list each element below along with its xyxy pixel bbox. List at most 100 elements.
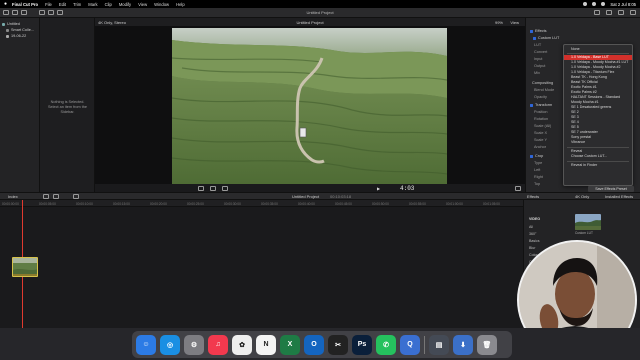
transform-tool-icon[interactable] — [210, 185, 216, 191]
ruler-tick: 00:01:00:00 — [446, 202, 463, 206]
system-preferences-icon[interactable]: ⚙ — [184, 334, 204, 355]
transform-checkbox[interactable] — [530, 103, 533, 107]
downloads-icon[interactable]: ⬇ — [453, 334, 473, 355]
type-label: Type — [534, 161, 543, 165]
folder-icon — [6, 28, 9, 32]
lut-option[interactable]: Vibrance — [564, 140, 632, 145]
effects-checkbox[interactable] — [530, 29, 533, 33]
menu-view[interactable]: View — [138, 2, 147, 7]
whatsapp-icon[interactable]: ✆ — [376, 334, 396, 355]
custom-lut-label: Custom LUT — [538, 36, 560, 40]
menu-clip[interactable]: Clip — [105, 2, 112, 7]
ruler-tick: 00:01:05:00 — [483, 202, 500, 206]
window-title: Untitled Project — [306, 10, 334, 15]
output-label: Output — [534, 64, 546, 68]
effect-preview-image — [575, 214, 601, 230]
convert-label: Convert — [534, 50, 548, 54]
top-label: Top — [534, 182, 541, 186]
timeline-ruler[interactable]: 00:00:00:00 00:00:05:00 00:00:10:00 00:0… — [0, 200, 523, 207]
timeline-toggle-icon[interactable] — [606, 10, 612, 15]
view-dropdown[interactable]: View — [510, 20, 519, 25]
scale-all-label: Scale (All) — [534, 124, 552, 128]
menu-window[interactable]: Window — [154, 2, 169, 7]
menu-final-cut-pro[interactable]: Final Cut Pro — [12, 2, 38, 7]
fx-category[interactable]: Basics — [529, 239, 540, 243]
filter-dropdown[interactable]: 4K Only — [575, 194, 589, 199]
viewer-options-icon[interactable] — [198, 185, 204, 191]
app-toolbar: Untitled Project — [0, 8, 640, 18]
wifi-icon[interactable] — [583, 2, 588, 6]
arrow-tool-icon[interactable] — [73, 194, 79, 199]
scale-y-label: Scale Y — [534, 138, 548, 142]
menu-separator — [567, 161, 629, 162]
effects-section: Effects — [530, 28, 547, 34]
installed-effects-dropdown[interactable]: Installed Effects — [605, 194, 633, 199]
mix-label: Mix — [534, 71, 540, 75]
library-item-event[interactable]: 19-06-22 — [2, 33, 37, 39]
fullscreen-icon[interactable] — [515, 185, 521, 191]
timecode-display[interactable]: 4:03 — [400, 185, 414, 192]
finder-icon[interactable]: ☺ — [136, 334, 156, 355]
inspector-toggle-icon[interactable] — [618, 10, 624, 15]
effects-label: Effects — [535, 29, 547, 33]
fx-category[interactable]: All — [529, 225, 533, 229]
ruler-tick: 00:00:25:00 — [187, 202, 204, 206]
browser-toggle-icon[interactable] — [594, 10, 600, 15]
quicktime-icon[interactable]: Q — [400, 334, 420, 355]
zoom-dropdown[interactable]: 99% — [495, 20, 503, 25]
play-icon[interactable]: ▶ — [377, 186, 380, 191]
transform-label: Transform — [535, 103, 553, 107]
scale-x-label: Scale X — [534, 131, 548, 135]
video-frame — [172, 28, 447, 184]
crop-checkbox[interactable] — [530, 154, 533, 158]
menu-separator — [567, 53, 629, 54]
menu-help[interactable]: Help — [176, 2, 185, 7]
menu-edit[interactable]: Edit — [59, 2, 66, 7]
menu-modify[interactable]: Modify — [119, 2, 131, 7]
fx-category[interactable]: 360° — [529, 232, 536, 236]
excel-icon[interactable]: X — [280, 334, 300, 355]
photoshop-icon[interactable]: Ps — [352, 334, 372, 355]
effect-thumbnail[interactable] — [575, 214, 601, 230]
viewer-title: Untitled Project — [296, 19, 324, 25]
compositing-label[interactable]: Compositing — [532, 81, 553, 85]
reveal-in-finder-option[interactable]: Reveal in Finder — [564, 163, 632, 168]
share-icon[interactable] — [630, 10, 636, 15]
lut-popup-menu[interactable]: None 1.0 Veldaya - Base LUT 1.0 Veldaya … — [563, 44, 633, 186]
empty-state-subtitle: Select an item from the Sidebar. — [47, 105, 88, 114]
ruler-tick: 00:00:00:00 — [2, 202, 19, 206]
apple-icon[interactable]: ● — [4, 1, 7, 7]
dock-separator — [424, 335, 425, 354]
ruler-tick: 00:00:15:00 — [113, 202, 130, 206]
battery-icon[interactable] — [592, 2, 597, 6]
clock[interactable]: Sat 2 Jul 8:05 — [610, 2, 636, 7]
timeline-clip[interactable] — [12, 257, 38, 277]
lut-option[interactable]: None — [564, 47, 632, 52]
fx-category[interactable]: Blur — [529, 246, 535, 250]
safari-icon[interactable]: ◎ — [160, 334, 180, 355]
timeline-area[interactable]: 00:00:00:00 00:00:05:00 00:00:10:00 00:0… — [0, 200, 523, 328]
append-clip-icon[interactable] — [53, 194, 59, 199]
choose-custom-lut-option[interactable]: Choose Custom LUT... — [564, 154, 632, 159]
final-cut-pro-icon[interactable]: ✂ — [328, 334, 348, 355]
menu-file[interactable]: File — [45, 2, 52, 7]
photos-icon[interactable]: ✿ — [232, 334, 252, 355]
index-button[interactable]: Index — [8, 194, 18, 199]
crop-section[interactable]: Crop — [530, 153, 543, 159]
transform-section[interactable]: Transform — [530, 102, 552, 108]
menu-trim[interactable]: Trim — [73, 2, 81, 7]
ruler-tick: 00:00:10:00 — [76, 202, 93, 206]
notion-icon[interactable]: N — [256, 334, 276, 355]
music-icon[interactable]: ♫ — [208, 334, 228, 355]
preview-icon[interactable]: ▤ — [429, 334, 449, 355]
menu-mark[interactable]: Mark — [88, 2, 97, 7]
trash-icon[interactable]: 🗑 — [477, 334, 497, 355]
outlook-icon[interactable]: O — [304, 334, 324, 355]
tool-select-icon[interactable] — [43, 194, 49, 199]
color-tool-icon[interactable] — [222, 185, 228, 191]
lut-label: LUT — [534, 43, 542, 47]
timeline-project-title[interactable]: Untitled Project — [292, 194, 319, 199]
custom-lut-row[interactable]: Custom LUT — [533, 35, 559, 41]
control-center-icon[interactable] — [601, 2, 606, 6]
custom-lut-checkbox[interactable] — [533, 36, 536, 40]
